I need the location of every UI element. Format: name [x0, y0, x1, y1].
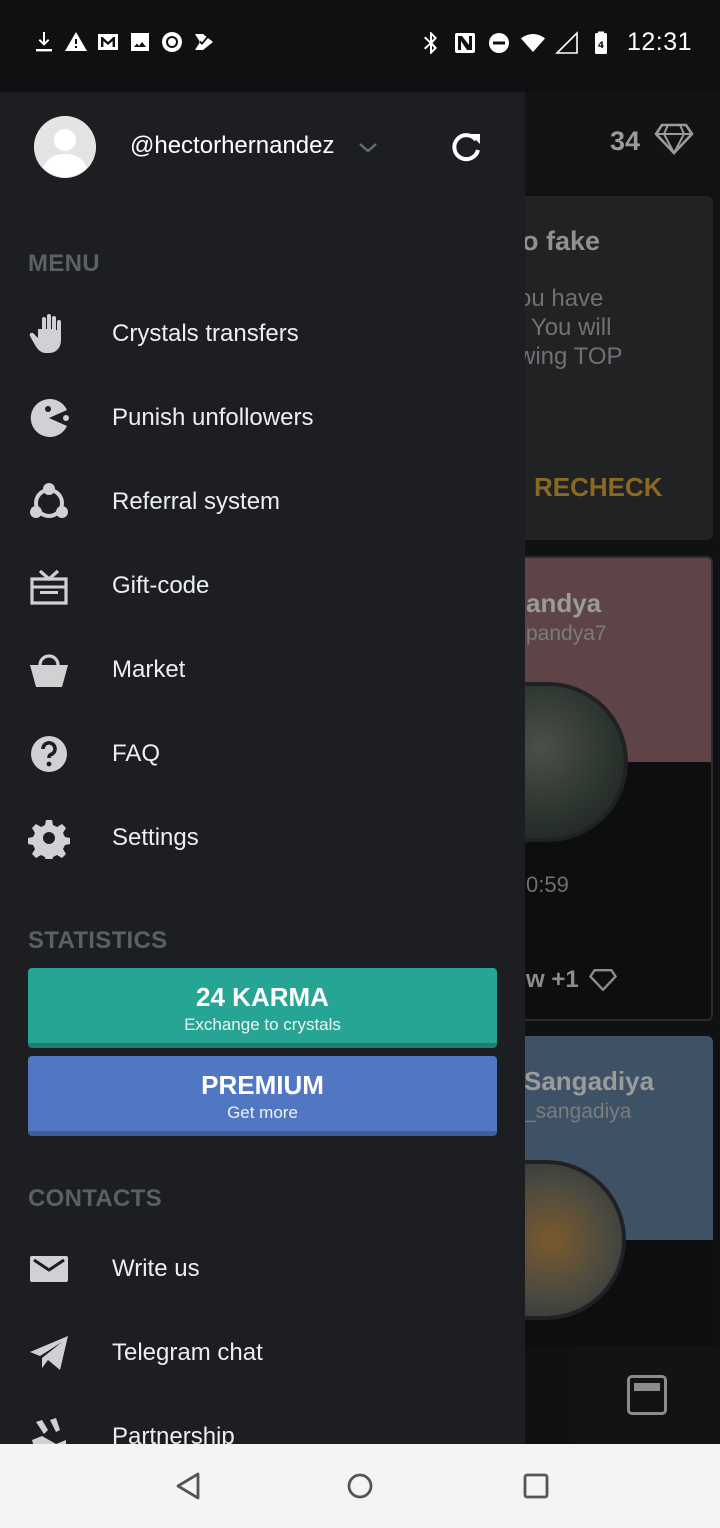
refresh-icon[interactable] — [448, 130, 484, 166]
avatar[interactable] — [34, 116, 96, 178]
menu-item-label: Gift-code — [112, 572, 210, 599]
recheck-button[interactable]: RECHECK — [534, 472, 663, 503]
wifi-icon — [520, 31, 545, 55]
hand-icon — [28, 313, 70, 355]
clock: 12:31 — [626, 28, 692, 56]
fake-check-body: ou have . You will wing TOP — [518, 285, 623, 370]
karma-button-label: 24 KARMA — [196, 982, 329, 1012]
follow-label: w +1 — [526, 966, 579, 993]
gmail-icon — [96, 30, 120, 54]
crystal-icon — [588, 969, 617, 992]
crystal-icon — [654, 123, 694, 156]
contact-item-partnership[interactable]: Partnership — [0, 1395, 525, 1444]
menu-item-gift-code[interactable]: Gift-code — [0, 544, 525, 628]
back-button[interactable] — [170, 1468, 206, 1504]
follow-button[interactable]: w +1 — [526, 966, 617, 994]
profile-name: Sangadiya — [524, 1066, 655, 1096]
profile-name: andya — [526, 588, 602, 618]
navigation-drawer: @hectorhernandez MENU Crystals transfers… — [0, 92, 525, 1444]
tab-icon — [627, 1375, 667, 1415]
menu-item-label: Settings — [112, 824, 199, 851]
menu-item-referral-system[interactable]: Referral system — [0, 460, 525, 544]
crystal-count: 34 — [610, 126, 641, 156]
karma-exchange-button[interactable]: 24 KARMA Exchange to crystals — [28, 968, 497, 1048]
contact-item-label: Partnership — [112, 1423, 235, 1444]
user-icon — [34, 116, 96, 178]
referral-icon — [28, 481, 70, 523]
profile-timer: 0:59 — [526, 872, 569, 897]
handshake-icon — [28, 1416, 70, 1444]
statistics-section-title: STATISTICS — [28, 927, 168, 954]
status-bar: 4 12:31 — [0, 0, 720, 92]
gear-icon — [28, 817, 70, 859]
recents-button[interactable] — [518, 1468, 554, 1504]
gift-icon — [28, 565, 70, 607]
back-triangle-icon — [176, 1472, 200, 1500]
profile-handle: pandya7 — [526, 622, 607, 645]
menu-section-title: MENU — [28, 250, 100, 277]
premium-button-label: PREMIUM — [201, 1070, 324, 1100]
checkmark-app-icon — [192, 30, 216, 54]
image-icon — [128, 30, 152, 54]
profile-card: andya pandya7 0:59 w +1 — [500, 556, 713, 1021]
menu-item-label: FAQ — [112, 740, 161, 767]
menu-item-faq[interactable]: FAQ — [0, 712, 525, 796]
drawer-header: @hectorhernandez — [0, 92, 525, 202]
menu-item-label: Market — [112, 656, 186, 683]
profile-card: Sangadiya _sangadiya — [500, 1036, 713, 1346]
do-not-disturb-icon — [487, 31, 511, 55]
system-navigation-bar — [0, 1444, 720, 1528]
bottom-tab[interactable] — [575, 1347, 720, 1444]
chevron-down-icon[interactable] — [356, 136, 380, 160]
battery-icon: 4 — [589, 31, 613, 55]
fake-check-title: o fake — [522, 226, 601, 256]
menu-item-label: Referral system — [112, 488, 281, 515]
menu-item-settings[interactable]: Settings — [0, 796, 525, 880]
mail-icon — [28, 1248, 70, 1290]
contact-item-label: Write us — [112, 1255, 200, 1282]
warning-icon — [64, 30, 88, 54]
contact-item-label: Telegram chat — [112, 1339, 263, 1366]
username[interactable]: @hectorhernandez — [130, 132, 335, 160]
fake-check-card: o fake ou have . You will wing TOP RECHE… — [500, 196, 713, 540]
telegram-icon — [28, 1332, 70, 1374]
premium-button-sublabel: Get more — [227, 1103, 298, 1122]
menu-item-label: Punish unfollowers — [112, 404, 314, 431]
help-icon — [28, 733, 70, 775]
profile-handle: _sangadiya — [524, 1100, 632, 1123]
bluetooth-icon — [419, 31, 443, 55]
menu-item-punish-unfollowers[interactable]: Punish unfollowers — [0, 376, 525, 460]
home-button[interactable] — [342, 1468, 378, 1504]
basket-icon — [28, 649, 70, 691]
svg-text:4: 4 — [598, 41, 604, 51]
contacts-section-title: CONTACTS — [28, 1185, 162, 1212]
menu-item-market[interactable]: Market — [0, 628, 525, 712]
nfc-icon — [453, 31, 477, 55]
menu-item-label: Crystals transfers — [112, 320, 299, 347]
menu-item-crystals-transfers[interactable]: Crystals transfers — [0, 292, 525, 376]
pacman-icon — [28, 397, 70, 439]
background-header: 34 — [525, 92, 720, 192]
recents-square-icon — [523, 1473, 549, 1499]
contact-item-telegram-chat[interactable]: Telegram chat — [0, 1311, 525, 1395]
karma-button-sublabel: Exchange to crystals — [184, 1015, 341, 1034]
download-icon — [32, 30, 56, 54]
premium-button[interactable]: PREMIUM Get more — [28, 1056, 497, 1136]
record-icon — [160, 30, 184, 54]
contact-item-write-us[interactable]: Write us — [0, 1227, 525, 1311]
cell-signal-icon — [555, 30, 579, 55]
home-circle-icon — [347, 1473, 373, 1499]
